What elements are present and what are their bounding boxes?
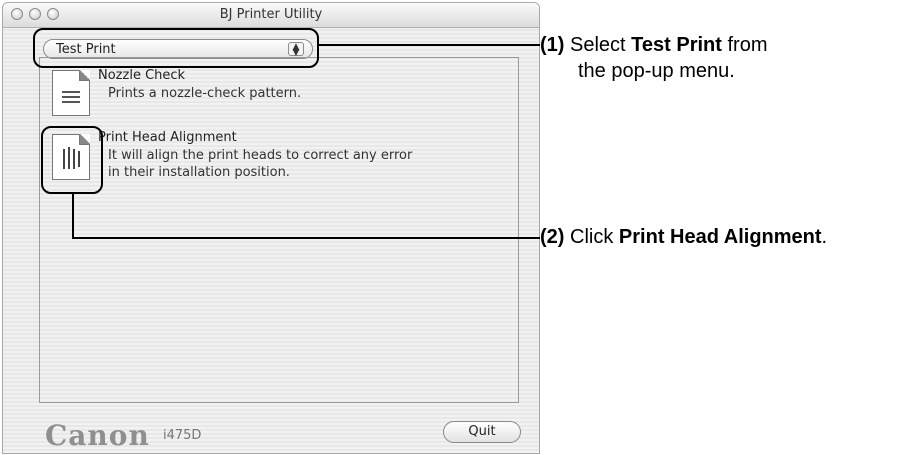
printer-model: i475D [163, 428, 202, 443]
print-head-alignment-title: Print Head Alignment [98, 130, 237, 145]
leader-line-2-vertical [72, 193, 74, 238]
popup-callout-box [33, 28, 319, 68]
print-head-alignment-desc-line1: It will align the print heads to correct… [108, 148, 413, 163]
step-1-number: (1) [540, 34, 565, 56]
print-head-alignment-desc-line2: in their installation position. [108, 165, 290, 180]
printer-utility-window: BJ Printer Utility Test Print ▲ ▼ Nozzle … [2, 2, 540, 454]
nozzle-check-desc: Prints a nozzle-check pattern. [108, 86, 302, 101]
step-1-text-post: from [727, 34, 768, 56]
nozzle-check-item: Nozzle Check Prints a nozzle-check patte… [40, 68, 510, 118]
step-1-text-line2: the pop-up menu. [578, 60, 735, 82]
quit-button[interactable]: Quit [443, 421, 521, 443]
annotation-step-2: (2) Click Print Head Alignment. [540, 224, 827, 250]
test-print-panel: Nozzle Check Prints a nozzle-check patte… [39, 57, 519, 403]
step-2-text-bold: Print Head Alignment [618, 226, 822, 248]
title-bar: BJ Printer Utility [3, 3, 539, 28]
window-title: BJ Printer Utility [219, 7, 323, 22]
step-2-text-post: . [821, 226, 828, 248]
step-2-text-pre: Click [570, 226, 614, 248]
leader-line-2-horizontal [72, 237, 540, 239]
step-1-text-pre: Select [570, 34, 626, 56]
step-2-number: (2) [540, 226, 565, 248]
nozzle-check-icon[interactable] [52, 70, 90, 116]
annotation-step-1: (1) Select Test Print from the pop-up me… [540, 32, 768, 84]
nozzle-check-title: Nozzle Check [98, 68, 186, 83]
leader-line-1 [318, 44, 540, 46]
alignment-icon-callout-box [41, 126, 103, 194]
canon-logo: Canon [45, 419, 150, 452]
step-1-text-bold: Test Print [631, 34, 722, 56]
print-head-alignment-item: Print Head Alignment It will align the p… [40, 130, 510, 200]
